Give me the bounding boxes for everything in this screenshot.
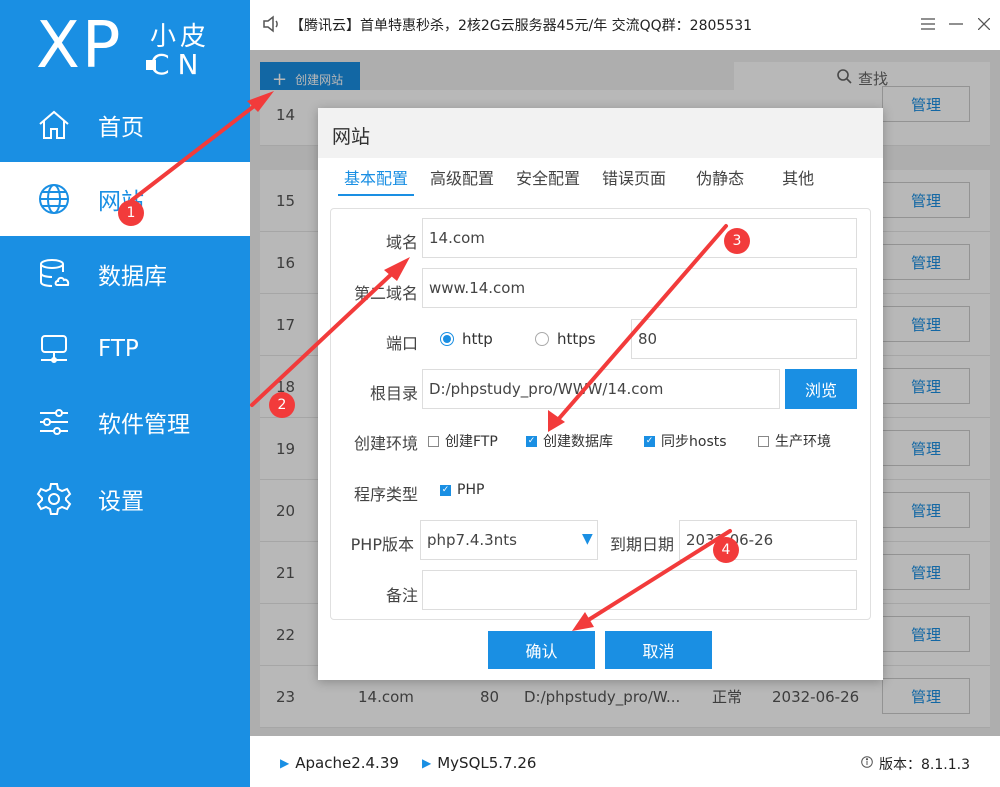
root-dir-label: 根目录 bbox=[369, 384, 418, 403]
apache-label: Apache2.4.39 bbox=[295, 754, 399, 772]
production-env-checkbox[interactable]: 生产环境 bbox=[758, 431, 831, 451]
step-badge-1: 1 bbox=[118, 200, 144, 226]
monitor-icon bbox=[36, 331, 72, 367]
php-version-select[interactable]: php7.4.3nts bbox=[420, 520, 598, 560]
create-ftp-checkbox[interactable]: 创建FTP bbox=[428, 431, 498, 451]
http-radio[interactable]: http bbox=[440, 330, 493, 348]
speaker-icon bbox=[262, 15, 282, 35]
create-database-label: 创建数据库 bbox=[543, 434, 613, 450]
checkbox-checked-icon: ✓ bbox=[644, 435, 655, 447]
tab-other[interactable]: 其他 bbox=[776, 166, 820, 196]
sidebar-item-label: 数据库 bbox=[98, 264, 167, 290]
expire-date-label: 到期日期 bbox=[609, 535, 674, 554]
tab-basic[interactable]: 基本配置 bbox=[338, 166, 415, 196]
php-version-label: PHP版本 bbox=[350, 535, 414, 554]
tab-security[interactable]: 安全配置 bbox=[510, 166, 586, 196]
production-env-label: 生产环境 bbox=[775, 434, 831, 450]
dialog-title-bar bbox=[318, 108, 883, 158]
version-label: 版本：8.1.1.3 bbox=[879, 757, 970, 773]
program-type-label: 程序类型 bbox=[353, 485, 418, 504]
php-label: PHP bbox=[457, 482, 485, 498]
step-badge-4: 4 bbox=[713, 537, 739, 563]
mysql-service[interactable]: ▶ MySQL5.7.26 bbox=[422, 754, 536, 772]
logo-cn-bottom: CN bbox=[150, 48, 207, 81]
create-env-label: 创建环境 bbox=[353, 434, 418, 453]
cancel-button[interactable]: 取消 bbox=[605, 631, 712, 669]
domain-label: 域名 bbox=[385, 233, 418, 252]
globe-icon bbox=[36, 181, 72, 217]
sidebar-item-software[interactable]: 软件管理 bbox=[0, 385, 250, 459]
sidebar-item-label: 设置 bbox=[98, 489, 144, 515]
logo-xp: XP bbox=[36, 9, 123, 83]
info-icon bbox=[861, 756, 873, 772]
remark-input[interactable] bbox=[422, 570, 857, 610]
checkbox-checked-icon: ✓ bbox=[440, 484, 451, 496]
step-badge-2: 2 bbox=[269, 392, 295, 418]
gear-icon bbox=[36, 481, 72, 517]
menu-icon[interactable] bbox=[918, 14, 938, 34]
website-dialog: 网站 基本配置 高级配置 安全配置 错误页面 伪静态 其他 域名 14.com … bbox=[318, 108, 883, 680]
notice-text[interactable]: 【腾讯云】首单特惠秒杀，2核2G云服务器45元/年 交流QQ群：2805531 bbox=[290, 15, 752, 35]
sidebar-item-label: 软件管理 bbox=[98, 412, 190, 438]
https-label: https bbox=[557, 330, 596, 348]
create-database-checkbox[interactable]: ✓ 创建数据库 bbox=[526, 431, 613, 451]
https-radio[interactable]: https bbox=[535, 330, 596, 348]
sidebar-item-settings[interactable]: 设置 bbox=[0, 462, 250, 536]
version-info: 版本：8.1.1.3 bbox=[861, 754, 970, 774]
step-badge-3: 3 bbox=[724, 228, 750, 254]
database-icon bbox=[36, 256, 72, 292]
dialog-title: 网站 bbox=[332, 126, 371, 148]
mysql-label: MySQL5.7.26 bbox=[437, 754, 537, 772]
sidebar-item-label: FTP bbox=[98, 336, 139, 362]
sliders-icon bbox=[36, 404, 72, 440]
expire-date-input[interactable]: 2032-06-26 bbox=[679, 520, 857, 560]
tab-error-pages[interactable]: 错误页面 bbox=[596, 166, 672, 196]
create-ftp-label: 创建FTP bbox=[445, 434, 498, 450]
apache-service[interactable]: ▶ Apache2.4.39 bbox=[280, 754, 399, 772]
dialog-tabs: 基本配置 高级配置 安全配置 错误页面 伪静态 其他 bbox=[338, 166, 863, 198]
http-label: http bbox=[462, 330, 493, 348]
sidebar-item-database[interactable]: 数据库 bbox=[0, 237, 250, 311]
second-domain-input[interactable]: www.14.com bbox=[422, 268, 857, 308]
minimize-icon[interactable] bbox=[946, 14, 966, 34]
port-label: 端口 bbox=[385, 334, 418, 353]
radio-unselected-icon bbox=[535, 332, 549, 346]
remark-label: 备注 bbox=[385, 586, 418, 605]
tab-advanced[interactable]: 高级配置 bbox=[424, 166, 500, 196]
checkbox-unchecked-icon bbox=[758, 435, 769, 447]
browse-button[interactable]: 浏览 bbox=[785, 369, 857, 409]
port-input[interactable]: 80 bbox=[631, 319, 857, 359]
home-icon bbox=[36, 107, 72, 143]
status-bar: ▶ Apache2.4.39 ▶ MySQL5.7.26 版本：8.1.1.3 bbox=[250, 736, 1000, 787]
confirm-button[interactable]: 确认 bbox=[488, 631, 595, 669]
php-checkbox[interactable]: ✓ PHP bbox=[440, 482, 484, 498]
play-icon: ▶ bbox=[422, 756, 432, 770]
close-icon[interactable] bbox=[974, 14, 994, 34]
root-dir-input[interactable]: D:/phpstudy_pro/WWW/14.com bbox=[422, 369, 780, 409]
app-logo: XP 小皮 CN bbox=[36, 10, 236, 90]
radio-selected-icon bbox=[440, 332, 454, 346]
second-domain-label: 第二域名 bbox=[353, 284, 418, 303]
sync-hosts-checkbox[interactable]: ✓ 同步hosts bbox=[644, 431, 727, 451]
sidebar-item-label: 首页 bbox=[98, 115, 144, 141]
tab-rewrite[interactable]: 伪静态 bbox=[690, 166, 750, 196]
checkbox-checked-icon: ✓ bbox=[526, 435, 537, 447]
domain-input[interactable]: 14.com bbox=[422, 218, 857, 258]
top-bar: 【腾讯云】首单特惠秒杀，2核2G云服务器45元/年 交流QQ群：2805531 bbox=[250, 0, 1000, 50]
checkbox-unchecked-icon bbox=[428, 435, 439, 447]
play-icon: ▶ bbox=[280, 756, 290, 770]
sidebar-item-ftp[interactable]: FTP bbox=[0, 312, 250, 386]
sidebar: XP 小皮 CN 首页 网站 数据库 FTP 软件管理 设置 bbox=[0, 0, 250, 787]
sidebar-item-home[interactable]: 首页 bbox=[0, 88, 250, 162]
sync-hosts-label: 同步hosts bbox=[661, 434, 727, 450]
